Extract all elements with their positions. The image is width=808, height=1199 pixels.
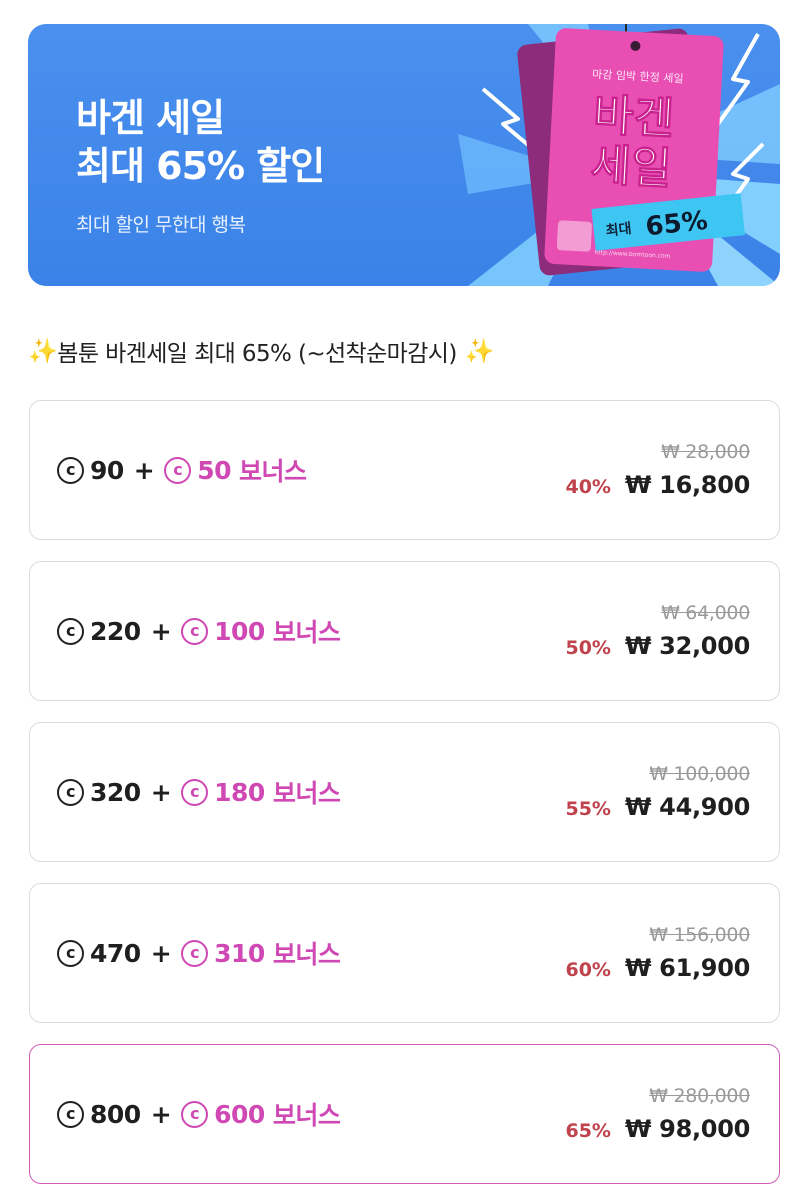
base-coins: 800 bbox=[90, 1099, 141, 1129]
price-block: ₩ 156,000 60% ₩ 61,900 bbox=[565, 922, 750, 982]
coin-icon: c bbox=[57, 617, 84, 645]
discount-badge: 60% bbox=[565, 959, 611, 981]
base-coins: 320 bbox=[90, 777, 141, 807]
package-amount: c 320 + c 180 보너스 bbox=[57, 774, 341, 810]
coin-icon: c bbox=[57, 939, 84, 967]
bonus-label: 보너스 bbox=[272, 618, 341, 647]
sale-headline: ✨ 봄툰 바겐세일 최대 65% (~선착순마감시) ✨ bbox=[28, 334, 495, 368]
final-price-row: 50% ₩ 32,000 bbox=[565, 632, 750, 660]
plus-sign: + bbox=[150, 616, 172, 646]
plus-sign: + bbox=[150, 1099, 172, 1129]
original-price: ₩ 100,000 bbox=[649, 763, 750, 785]
sale-price: ₩ 61,900 bbox=[624, 954, 750, 982]
package-card[interactable]: c 90 + c 50 보너스 ₩ 28,000 40% ₩ 16,800 bbox=[29, 400, 780, 540]
base-coins: 90 bbox=[90, 455, 124, 485]
price-block: ₩ 28,000 40% ₩ 16,800 bbox=[565, 439, 750, 499]
package-amount: c 90 + c 50 보너스 bbox=[57, 452, 307, 488]
final-price-row: 40% ₩ 16,800 bbox=[565, 471, 750, 499]
plus-sign: + bbox=[150, 938, 172, 968]
base-coins: 470 bbox=[90, 938, 141, 968]
package-card[interactable]: c 220 + c 100 보너스 ₩ 64,000 50% ₩ 32,000 bbox=[29, 561, 780, 701]
bonus-label: 보너스 bbox=[272, 779, 341, 808]
discount-badge: 55% bbox=[565, 798, 611, 820]
package-card[interactable]: c 320 + c 180 보너스 ₩ 100,000 55% ₩ 44,900 bbox=[29, 722, 780, 862]
bonus-coins: 600 bbox=[214, 1099, 265, 1129]
price-block: ₩ 64,000 50% ₩ 32,000 bbox=[565, 600, 750, 660]
bonus-label: 보너스 bbox=[272, 940, 341, 969]
bonus-coin-icon: c bbox=[181, 778, 209, 806]
package-card[interactable]: c 470 + c 310 보너스 ₩ 156,000 60% ₩ 61,900 bbox=[29, 883, 780, 1023]
bonus-coins: 310 bbox=[214, 938, 265, 968]
tag-big-line1: 바겐 bbox=[592, 90, 676, 145]
banner-title: 바겐 세일 최대 65% 할인 bbox=[76, 94, 325, 190]
coin-icon: c bbox=[57, 1100, 84, 1128]
original-price: ₩ 280,000 bbox=[649, 1085, 750, 1107]
base-coins: 220 bbox=[90, 616, 141, 646]
bonus-coin-icon: c bbox=[181, 939, 209, 967]
banner-title-line1: 바겐 세일 bbox=[76, 96, 225, 140]
coin-icon: c bbox=[57, 778, 84, 806]
tag-big-line2: 세일 bbox=[589, 140, 673, 195]
coin-icon: c bbox=[57, 456, 84, 484]
package-amount: c 220 + c 100 보너스 bbox=[57, 613, 341, 649]
bonus-coin-icon: c bbox=[181, 617, 209, 645]
original-price: ₩ 156,000 bbox=[649, 924, 750, 946]
plus-sign: + bbox=[133, 455, 155, 485]
package-amount: c 800 + c 600 보너스 bbox=[57, 1096, 341, 1132]
final-price-row: 65% ₩ 98,000 bbox=[565, 1115, 750, 1143]
discount-badge: 50% bbox=[565, 637, 611, 659]
sale-price: ₩ 16,800 bbox=[624, 471, 750, 499]
sparkle-icon: ✨ bbox=[28, 337, 58, 365]
final-price-row: 60% ₩ 61,900 bbox=[565, 954, 750, 982]
tag-barcode-box bbox=[556, 220, 592, 252]
original-price: ₩ 28,000 bbox=[661, 441, 750, 463]
bonus-coin-icon: c bbox=[164, 456, 192, 484]
bonus-label: 보너스 bbox=[239, 457, 307, 486]
price-block: ₩ 280,000 65% ₩ 98,000 bbox=[565, 1083, 750, 1143]
tag-badge-prefix: 최대 bbox=[605, 221, 632, 240]
sale-price: ₩ 98,000 bbox=[624, 1115, 750, 1143]
discount-badge: 65% bbox=[565, 1120, 611, 1142]
bonus-label: 보너스 bbox=[272, 1101, 341, 1130]
price-block: ₩ 100,000 55% ₩ 44,900 bbox=[565, 761, 750, 821]
banner-title-line2: 최대 65% 할인 bbox=[76, 144, 325, 188]
promo-banner[interactable]: 마감 임박 한정 세일 바겐 세일 http://www.bomtoon.com… bbox=[28, 24, 780, 286]
original-price: ₩ 64,000 bbox=[661, 602, 750, 624]
package-card[interactable]: c 800 + c 600 보너스 ₩ 280,000 65% ₩ 98,000 bbox=[29, 1044, 780, 1184]
headline-text: 봄툰 바겐세일 최대 65% (~선착순마감시) bbox=[57, 341, 457, 367]
sparkle-icon: ✨ bbox=[464, 337, 495, 365]
package-amount: c 470 + c 310 보너스 bbox=[57, 935, 341, 971]
final-price-row: 55% ₩ 44,900 bbox=[565, 793, 750, 821]
banner-subtitle: 최대 할인 무한대 행복 bbox=[76, 214, 246, 236]
discount-badge: 40% bbox=[565, 476, 611, 498]
bonus-coin-icon: c bbox=[181, 1100, 209, 1128]
bonus-coins: 100 bbox=[214, 616, 265, 646]
bonus-coins: 50 bbox=[197, 455, 232, 485]
sale-price: ₩ 44,900 bbox=[624, 793, 750, 821]
bonus-coins: 180 bbox=[214, 777, 265, 807]
plus-sign: + bbox=[150, 777, 172, 807]
sale-price: ₩ 32,000 bbox=[624, 632, 750, 660]
